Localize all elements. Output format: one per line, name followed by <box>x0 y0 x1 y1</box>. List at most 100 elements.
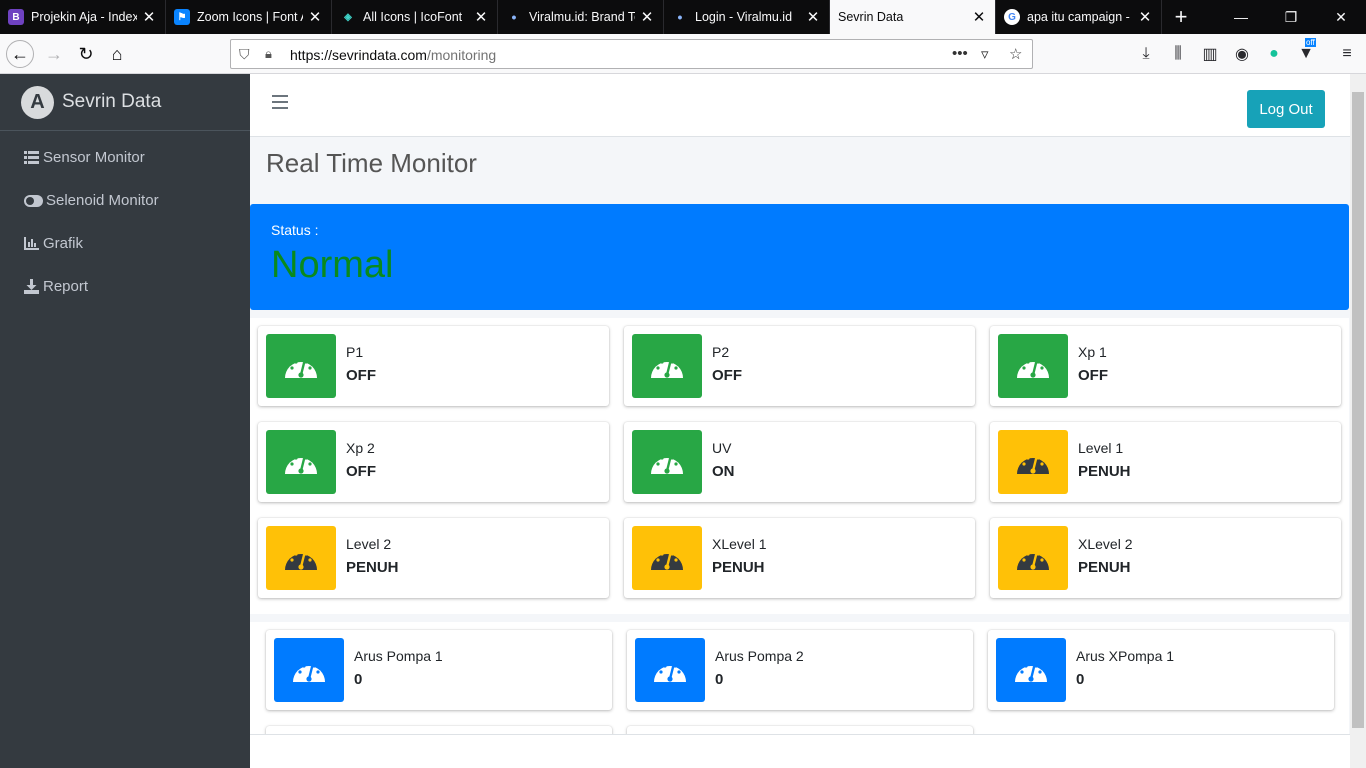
hamburger-menu-icon[interactable] <box>272 95 288 109</box>
minimize-icon[interactable]: — <box>1216 0 1266 34</box>
sensor-section: P1 OFF P2 OFF Xp 1 OFF Xp 2 OFF UV ON Le… <box>250 318 1349 614</box>
page-scrollbar[interactable] <box>1350 74 1366 768</box>
tab-title: Zoom Icons | Font Awesome <box>197 10 303 24</box>
brand-name: Sevrin Data <box>62 91 162 112</box>
tachometer-icon <box>632 430 702 494</box>
sidebar-item-sensor-monitor[interactable]: Sensor Monitor <box>0 136 250 179</box>
current-value: 0 <box>354 671 363 688</box>
sensor-name: UV <box>712 440 732 456</box>
sidebar-item-selenoid-monitor[interactable]: Selenoid Monitor <box>0 179 250 222</box>
sensor-value: PENUH <box>1078 559 1131 576</box>
sidebar-item-label: Report <box>43 278 89 295</box>
sensor-card: Xp 1 OFF <box>990 326 1341 406</box>
download-icon[interactable]: ⤓ <box>1135 43 1157 65</box>
top-navbar: Log Out <box>250 74 1350 137</box>
sensor-card: Xp 2 OFF <box>258 422 609 502</box>
forward-arrow-icon[interactable]: → <box>40 40 68 68</box>
sensor-card: Level 2 PENUH <box>258 518 609 598</box>
sidebar-item-label: Selenoid Monitor <box>46 192 159 209</box>
url-bar[interactable]: ⛉ 🔒︎ https://sevrindata.com/monitoring •… <box>230 39 1033 69</box>
sensor-name: XLevel 2 <box>1078 536 1133 552</box>
download-icon <box>24 279 43 294</box>
sensor-value: PENUH <box>346 559 399 576</box>
tab-title: apa itu campaign - Google <box>1027 10 1133 24</box>
sensor-name: Xp 1 <box>1078 344 1107 360</box>
sensor-value: PENUH <box>1078 463 1131 480</box>
current-card: Arus XPompa 1 0 <box>988 630 1334 710</box>
close-window-icon[interactable]: ✕ <box>1316 0 1366 34</box>
tachometer-icon <box>996 638 1066 702</box>
close-tab-icon[interactable]: ✕ <box>1137 8 1153 26</box>
sensor-card: P1 OFF <box>258 326 609 406</box>
close-tab-icon[interactable]: ✕ <box>473 8 489 26</box>
menu-icon[interactable]: ≡ <box>1336 43 1358 65</box>
window-controls: — ❐ ✕ <box>1216 0 1366 34</box>
browser-nav-bar: ← → ↻ ⌂ ⛉ 🔒︎ https://sevrindata.com/moni… <box>0 34 1366 74</box>
flag-icon: ⚑ <box>174 9 190 25</box>
sensor-name: Level 2 <box>346 536 392 552</box>
browser-tab-bar: B Projekin Aja - Index ✕ ⚑ Zoom Icons | … <box>0 0 1366 34</box>
bootstrap-icon: B <box>8 9 24 25</box>
current-name: Arus Pompa 2 <box>715 648 804 664</box>
shield-icon[interactable]: ⛉ <box>239 46 250 63</box>
icofont-icon: ◈ <box>344 11 352 23</box>
restore-icon[interactable]: ❐ <box>1266 0 1316 34</box>
reload-icon[interactable]: ↻ <box>72 40 100 68</box>
browser-tab-active[interactable]: Sevrin Data ✕ <box>830 0 996 34</box>
sensor-value: OFF <box>712 367 742 384</box>
browser-tab[interactable]: G apa itu campaign - Google ✕ <box>996 0 1162 34</box>
sidebar-item-grafik[interactable]: Grafik <box>0 222 250 265</box>
browser-tab[interactable]: • Login - Viralmu.id ✕ <box>664 0 830 34</box>
extension-icon[interactable]: ▼ off <box>1295 38 1317 65</box>
brand-link[interactable]: A Sevrin Data <box>0 74 250 131</box>
tachometer-icon <box>266 430 336 494</box>
current-card: Arus Pompa 2 0 <box>627 630 973 710</box>
main-content: Log Out Real Time Monitor Status : Norma… <box>250 74 1350 768</box>
sensor-value: PENUH <box>712 559 765 576</box>
page-title: Real Time Monitor <box>266 148 477 178</box>
page-actions-icon[interactable]: ••• <box>952 45 968 62</box>
extension-badge: off <box>1305 38 1316 47</box>
pocket-icon[interactable]: ▿ <box>981 45 989 63</box>
new-tab-button[interactable]: + <box>1164 0 1198 34</box>
sensor-name: XLevel 1 <box>712 536 767 552</box>
current-name: Arus XPompa 1 <box>1076 648 1175 664</box>
browser-tab[interactable]: ◈ All Icons | IcoFont ✕ <box>332 0 498 34</box>
close-tab-icon[interactable]: ✕ <box>307 8 323 26</box>
close-tab-icon[interactable]: ✕ <box>971 8 987 26</box>
google-icon: G <box>1004 9 1020 25</box>
sensor-value: OFF <box>1078 367 1108 384</box>
url-path: /monitoring <box>426 47 497 63</box>
dot-icon: • <box>677 9 683 25</box>
status-box: Status : Normal <box>250 204 1349 310</box>
home-icon[interactable]: ⌂ <box>103 40 131 68</box>
tab-title: All Icons | IcoFont <box>363 10 463 24</box>
scrollbar-thumb[interactable] <box>1352 92 1364 728</box>
sensor-card: UV ON <box>624 422 975 502</box>
lock-icon[interactable]: 🔒︎ <box>265 46 272 62</box>
current-section: Arus Pompa 1 0 Arus Pompa 2 0 Arus XPomp… <box>250 622 1349 768</box>
logout-button[interactable]: Log Out <box>1247 90 1325 128</box>
sidebar-toggle-icon[interactable]: ▥ <box>1199 43 1221 65</box>
browser-tab[interactable]: B Projekin Aja - Index ✕ <box>0 0 166 34</box>
status-value: Normal <box>271 244 394 286</box>
tachometer-icon <box>266 526 336 590</box>
close-tab-icon[interactable]: ✕ <box>639 8 655 26</box>
sidebar-item-report[interactable]: Report <box>0 265 250 308</box>
sensor-name: P1 <box>346 344 364 360</box>
browser-tab[interactable]: • Viralmu.id: Brand Tools ✕ <box>498 0 664 34</box>
account-icon[interactable]: ◉ <box>1231 43 1253 65</box>
browser-tab[interactable]: ⚑ Zoom Icons | Font Awesome ✕ <box>166 0 332 34</box>
status-label: Status : <box>271 222 319 238</box>
sensor-card: Level 1 PENUH <box>990 422 1341 502</box>
bookmark-star-icon[interactable]: ☆ <box>1009 45 1022 63</box>
close-tab-icon[interactable]: ✕ <box>805 8 821 26</box>
tachometer-icon <box>635 638 705 702</box>
grammarly-icon[interactable]: ● <box>1263 43 1285 65</box>
library-icon[interactable]: ⫼ <box>1167 43 1189 65</box>
url-text[interactable]: https://sevrindata.com/monitoring <box>290 47 496 63</box>
close-tab-icon[interactable]: ✕ <box>141 8 157 26</box>
back-arrow-icon[interactable]: ← <box>6 40 34 68</box>
tachometer-icon <box>274 638 344 702</box>
sidebar-menu: Sensor Monitor Selenoid Monitor Grafik R… <box>0 131 250 308</box>
